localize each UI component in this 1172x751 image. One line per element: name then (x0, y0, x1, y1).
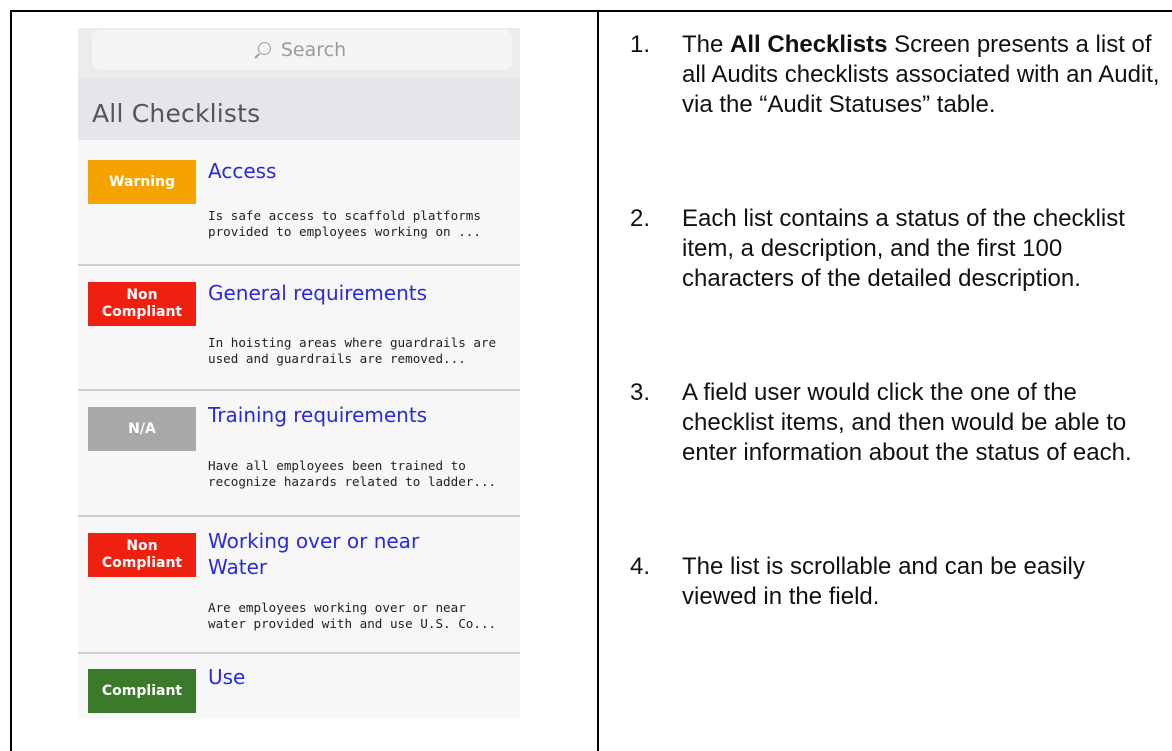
search-bar: Search (78, 28, 520, 78)
item-title[interactable]: Training requirements (208, 402, 508, 428)
status-badge: Warning (88, 160, 196, 204)
search-icon (257, 41, 271, 55)
status-badge: Non Compliant (88, 533, 196, 577)
instruction-text: The list is scrollable and can be easily… (682, 553, 1085, 610)
status-badge: N/A (88, 407, 196, 451)
row-divider (78, 652, 520, 654)
row-divider (78, 515, 520, 517)
item-description: Are employees working over or near water… (208, 600, 497, 631)
instruction-text: Each list contains a status of the check… (682, 205, 1125, 292)
item-title[interactable]: General requirements (208, 280, 508, 306)
item-title[interactable]: Working over or near Water (208, 528, 508, 580)
item-title[interactable]: Access (208, 158, 508, 184)
page-title: All Checklists (92, 99, 261, 128)
instruction-text-pre: The (682, 31, 731, 58)
search-input[interactable]: Search (92, 30, 512, 70)
item-description: Is safe access to scaffold platforms pro… (208, 208, 481, 239)
row-divider (78, 389, 520, 391)
instruction-text-bold: All Checklists (730, 31, 888, 58)
table-border-top (10, 10, 1172, 12)
instruction-number: 1. (630, 31, 651, 58)
status-badge: Non Compliant (88, 282, 196, 326)
item-description: Have all employees been trained to recog… (208, 458, 497, 489)
instruction-text: The All Checklists Screen presents a lis… (682, 30, 1162, 120)
instruction-text: A field user would click the one of the … (682, 379, 1132, 466)
instruction-number: 2. (630, 205, 651, 232)
row-divider (78, 264, 520, 266)
status-badge: Compliant (88, 669, 196, 713)
phone-screenshot: Search All Checklists Warning Access Is … (78, 28, 520, 718)
item-description: In hoisting areas where guardrails are u… (208, 335, 497, 366)
instruction-number: 4. (630, 553, 651, 580)
item-title[interactable]: Use (208, 664, 508, 690)
instruction-number: 3. (630, 379, 651, 406)
table-border-left (10, 10, 12, 751)
table-column-divider (597, 10, 599, 751)
search-placeholder: Search (280, 39, 347, 61)
